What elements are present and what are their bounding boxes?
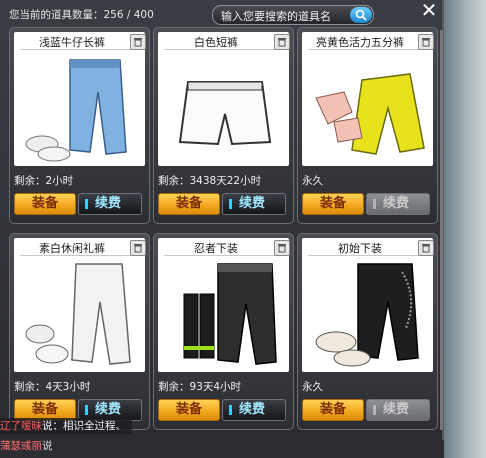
equip-button[interactable]: 装备	[302, 193, 364, 215]
item-image-frame: 初始下装	[302, 238, 434, 372]
item-image-frame: 亮黄色活力五分裤	[302, 32, 434, 166]
item-name: 初始下装	[338, 242, 382, 255]
equip-button[interactable]: 装备	[302, 399, 364, 421]
scrollbar[interactable]	[440, 30, 443, 430]
renew-button: 续费	[366, 193, 430, 215]
item-name: 忍者下装	[194, 242, 238, 255]
renew-button[interactable]: 续费	[78, 193, 142, 215]
item-image-frame: 忍者下装	[158, 238, 290, 372]
item-image-frame: 素白休闲礼裤	[14, 238, 146, 372]
background-scene	[444, 0, 486, 458]
item-name: 亮黄色活力五分裤	[316, 36, 404, 49]
remaining-time: 永久	[302, 381, 323, 393]
yellow-pants-image	[315, 73, 425, 155]
remaining-time: 剩余：4天3小时	[14, 381, 91, 393]
renew-button[interactable]: 续费	[222, 193, 286, 215]
ninja-pants-image	[183, 263, 277, 365]
trash-icon[interactable]	[274, 240, 290, 256]
divider	[20, 49, 132, 50]
item-card[interactable]: 浅蓝牛仔长裤 剩余：2小时 装备 续费	[9, 27, 150, 224]
remaining-time: 剩余：2小时	[14, 175, 74, 187]
renew-button: 续费	[366, 399, 430, 421]
divider	[20, 255, 132, 256]
remaining-time: 永久	[302, 175, 323, 187]
item-name: 素白休闲礼裤	[39, 242, 105, 255]
white-shorts-image	[178, 81, 272, 146]
trash-icon[interactable]	[274, 34, 290, 50]
trash-icon[interactable]	[418, 240, 434, 256]
search-button[interactable]	[350, 7, 372, 23]
search-icon	[355, 9, 367, 21]
chat-text: 说：相识全过程、	[42, 420, 126, 432]
equip-button[interactable]: 装备	[158, 399, 220, 421]
chat-text: 说	[42, 440, 53, 452]
trash-icon[interactable]	[130, 240, 146, 256]
chat-sender[interactable]: 蒲瑟彧丽	[0, 440, 42, 452]
search-placeholder: 输入您要搜索的道具名	[221, 10, 331, 23]
item-card[interactable]: 初始下装 永久 装备 续费	[297, 233, 438, 430]
item-card[interactable]: 白色短裤 剩余：3438天22小时 装备 续费	[153, 27, 294, 224]
item-name: 白色短裤	[194, 36, 238, 49]
equip-button[interactable]: 装备	[14, 193, 76, 215]
chat-area	[0, 440, 444, 458]
chat-sender[interactable]: 辽了嗳昧	[0, 420, 42, 432]
chat-message: 蒲瑟彧丽说	[0, 438, 53, 453]
renew-button[interactable]: 续费	[222, 399, 286, 421]
renew-label: 续费	[383, 196, 410, 211]
item-name: 浅蓝牛仔长裤	[39, 36, 105, 49]
jeans-image	[25, 59, 127, 162]
trash-icon[interactable]	[418, 34, 434, 50]
renew-label: 续费	[95, 402, 122, 417]
chat-message: 辽了嗳昧说：相识全过程、	[0, 418, 132, 434]
item-card[interactable]: 亮黄色活力五分裤 永久 装备 续费	[297, 27, 438, 224]
divider	[308, 49, 420, 50]
remaining-time: 剩余：3438天22小时	[158, 175, 262, 187]
black-pants-image	[315, 263, 419, 367]
divider	[164, 255, 276, 256]
item-card[interactable]: 忍者下装 剩余：93天4小时 装备 续费	[153, 233, 294, 430]
divider	[308, 255, 420, 256]
search-input[interactable]: 输入您要搜索的道具名	[212, 5, 374, 25]
equip-button[interactable]: 装备	[158, 193, 220, 215]
trash-icon[interactable]	[130, 34, 146, 50]
close-icon[interactable]: ✕	[419, 0, 439, 20]
item-image-frame: 白色短裤	[158, 32, 290, 166]
item-card[interactable]: 素白休闲礼裤 剩余：4天3小时 装备 续费	[9, 233, 150, 430]
divider	[164, 49, 276, 50]
item-image-frame: 浅蓝牛仔长裤	[14, 32, 146, 166]
remaining-time: 剩余：93天4小时	[158, 381, 242, 393]
white-trousers-image	[25, 263, 131, 365]
item-count-label: 您当前的道具数量：256 / 400	[9, 9, 154, 21]
renew-label: 续费	[239, 196, 266, 211]
renew-label: 续费	[239, 402, 266, 417]
renew-label: 续费	[383, 402, 410, 417]
renew-label: 续费	[95, 196, 122, 211]
